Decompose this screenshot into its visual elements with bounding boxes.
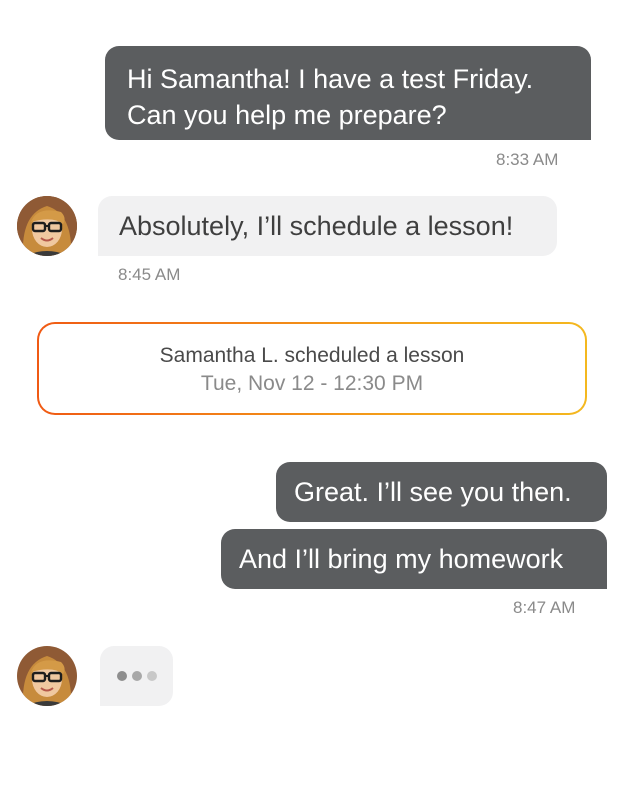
samantha-avatar-icon [17, 646, 77, 706]
message-timestamp: 8:45 AM [118, 265, 181, 284]
message-text: Great. I’ll see you then. [294, 477, 572, 507]
message-text: Absolutely, I’ll schedule a lesson! [119, 211, 514, 241]
contact-avatar[interactable] [17, 196, 77, 256]
message-text: And I’ll bring my homework [239, 544, 564, 574]
typing-dot-icon [117, 671, 127, 681]
message-line: Hi Samantha! I have a test Friday. [127, 64, 534, 94]
event-title: Samantha L. scheduled a lesson [159, 344, 465, 367]
message-bubble-outgoing[interactable]: And I’ll bring my homework [221, 529, 607, 589]
message-bubble-incoming[interactable]: Absolutely, I’ll schedule a lesson! [98, 196, 557, 256]
scheduled-lesson-card-body: Samantha L. scheduled a lesson Tue, Nov … [39, 324, 585, 413]
event-datetime: Tue, Nov 12 - 12:30 PM [200, 372, 424, 395]
typing-indicator [100, 646, 173, 706]
samantha-avatar-icon [17, 196, 77, 256]
message-bubble-outgoing[interactable]: Hi Samantha! I have a test Friday. Can y… [105, 46, 591, 140]
contact-avatar[interactable] [17, 646, 77, 706]
scheduled-lesson-card[interactable]: Samantha L. scheduled a lesson Tue, Nov … [37, 322, 587, 415]
message-timestamp: 8:47 AM [513, 598, 576, 617]
message-line: Can you help me prepare? [127, 100, 447, 130]
typing-dot-icon [132, 671, 142, 681]
typing-dot-icon [147, 671, 157, 681]
message-timestamp: 8:33 AM [496, 150, 559, 169]
message-bubble-outgoing[interactable]: Great. I’ll see you then. [276, 462, 607, 522]
